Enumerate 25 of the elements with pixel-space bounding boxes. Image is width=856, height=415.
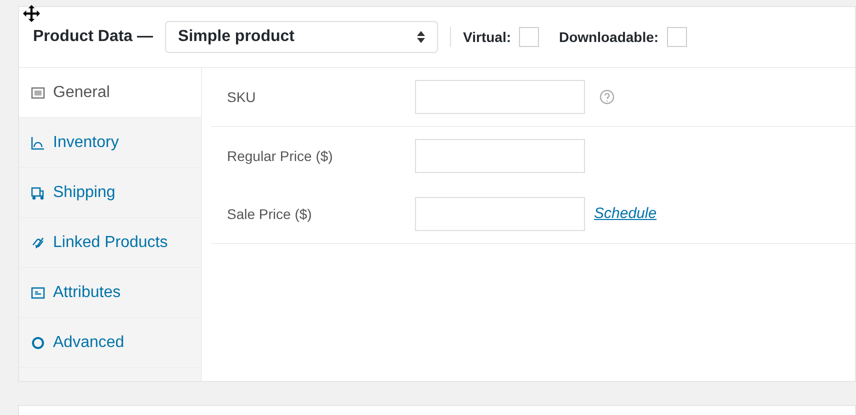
document-icon	[31, 86, 45, 100]
link-icon	[31, 236, 45, 250]
option-label: Virtual:	[463, 28, 511, 46]
checkbox[interactable]	[666, 27, 687, 47]
sidebar-tab[interactable]: Linked Products	[19, 218, 201, 268]
sidebar-tab[interactable]: Shipping	[19, 168, 201, 218]
move-icon	[23, 5, 40, 22]
input-field[interactable]	[415, 139, 585, 173]
option-label: Downloadable:	[559, 28, 659, 46]
sidebar-tab[interactable]: Attributes	[19, 268, 201, 318]
product-type-select[interactable]: Simple product	[165, 21, 438, 53]
field-label: SKU	[227, 88, 257, 106]
input-field[interactable]	[415, 197, 585, 231]
panel-title: Product Data —	[33, 27, 154, 47]
field-label: Sale Price ($)	[227, 204, 313, 224]
schedule-link[interactable]: Schedule	[594, 202, 657, 226]
sort-arrows-icon	[417, 31, 426, 43]
sidebar-tab[interactable]: Inventory	[19, 118, 201, 168]
checkbox[interactable]	[519, 27, 539, 47]
input-field[interactable]	[415, 80, 585, 114]
sidebar-tab[interactable]: General	[19, 68, 201, 118]
truck-icon	[31, 186, 45, 200]
field-label: Regular Price ($)	[227, 146, 334, 166]
sidebar-tab[interactable]: Advanced	[19, 318, 201, 368]
chart-icon	[31, 136, 45, 150]
